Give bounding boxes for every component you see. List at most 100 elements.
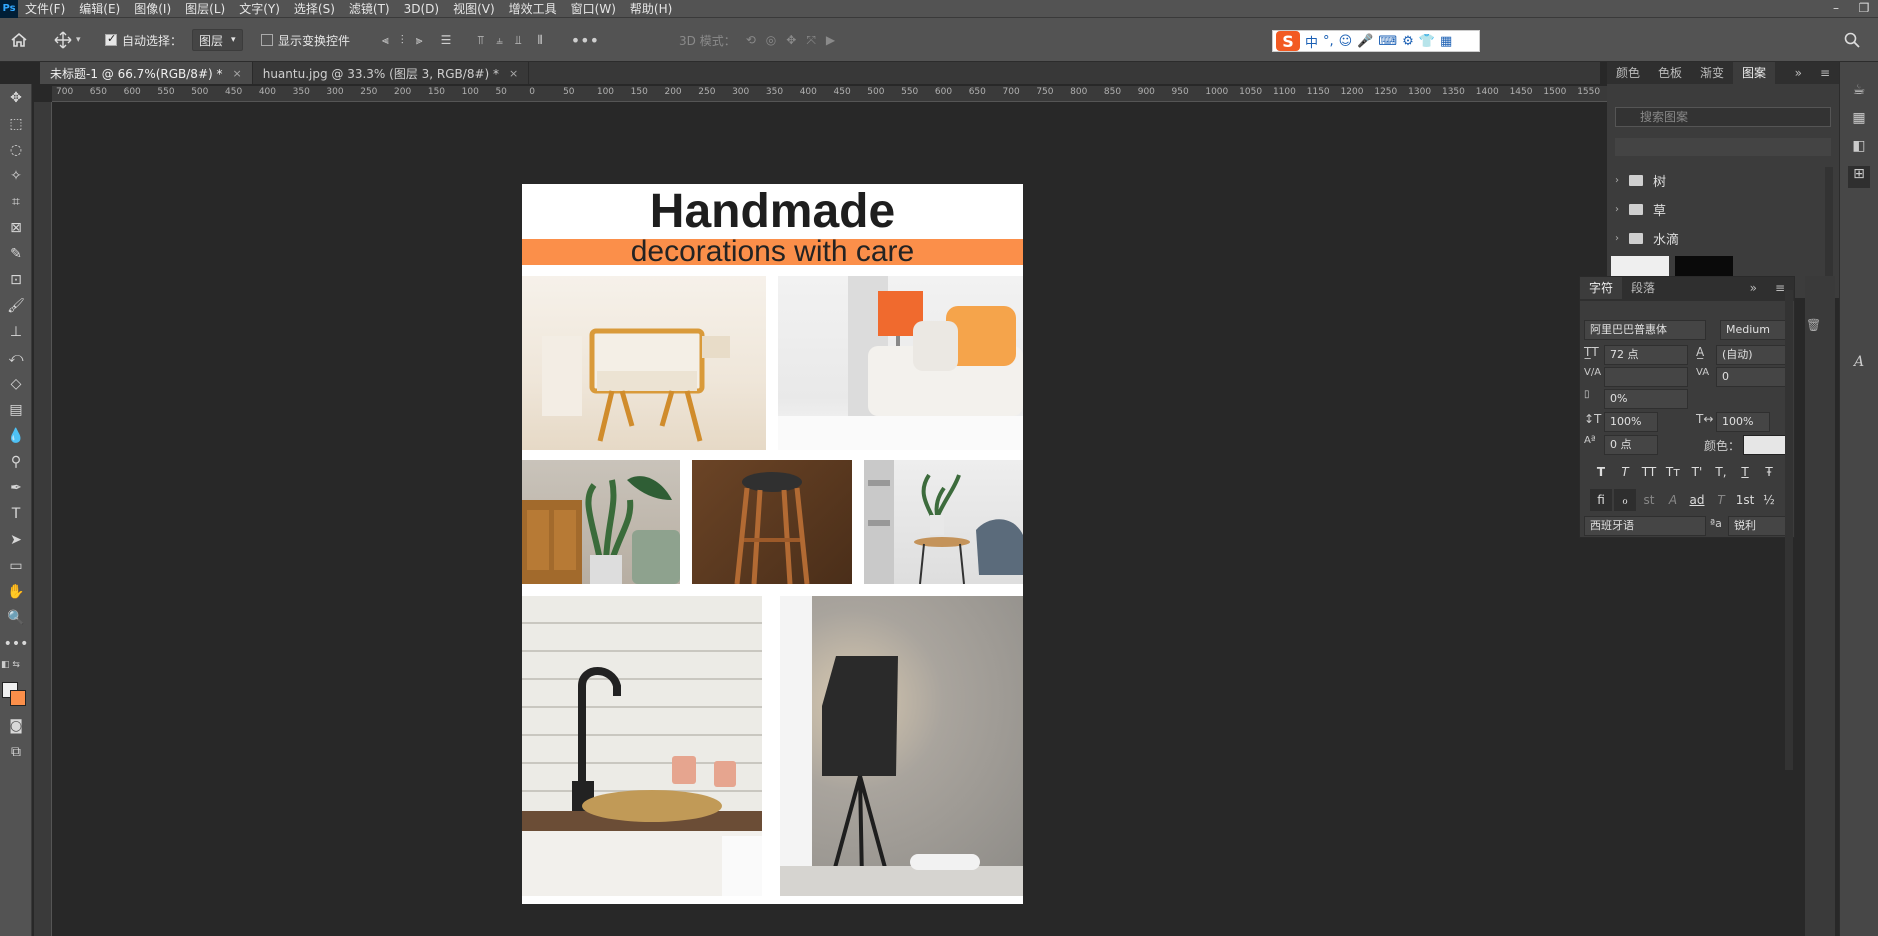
clone-stamp-icon[interactable]: ⊥ xyxy=(0,320,32,344)
adjustments-icon[interactable]: ◧ xyxy=(1848,138,1870,160)
menu-view[interactable]: 视图(V) xyxy=(446,0,502,18)
trash-icon[interactable]: 🗑︎ xyxy=(1806,318,1821,338)
frame-tool-icon[interactable]: ⊠ xyxy=(0,216,32,240)
horizontal-scale-input[interactable]: 100% xyxy=(1716,412,1770,432)
faux-bold-button[interactable]: T xyxy=(1590,461,1612,483)
sogou-logo[interactable]: S xyxy=(1276,31,1300,51)
menu-layer[interactable]: 图层(L) xyxy=(178,0,232,18)
menu-help[interactable]: 帮助(H) xyxy=(623,0,679,18)
home-icon[interactable] xyxy=(10,18,28,62)
menu-filter[interactable]: 滤镜(T) xyxy=(342,0,397,18)
pattern-search-input[interactable]: 搜索图案 xyxy=(1615,107,1831,127)
emoji-icon[interactable]: ☺ xyxy=(1339,34,1353,49)
menu-select[interactable]: 选择(S) xyxy=(287,0,342,18)
toolbox-icon[interactable]: ▦ xyxy=(1440,34,1452,49)
zoom-tool-icon[interactable]: 🔍 xyxy=(0,606,32,630)
pattern-group-water-drops[interactable]: › 水滴 xyxy=(1615,226,1825,250)
panel-collapse-icon[interactable]: » xyxy=(1741,277,1766,299)
chevron-down-icon[interactable]: ▾ xyxy=(76,35,81,45)
show-transform-checkbox[interactable] xyxy=(261,34,273,46)
align-center-icon[interactable]: ⫶ xyxy=(401,33,404,48)
tab-patterns[interactable]: 图案 xyxy=(1733,62,1776,84)
fractions-button[interactable]: ½ xyxy=(1758,489,1780,511)
hand-tool-icon[interactable]: ✋ xyxy=(0,580,32,604)
superscript-button[interactable]: T' xyxy=(1686,461,1708,483)
align-bottom-icon[interactable]: ⫫ xyxy=(515,33,522,48)
panel-menu-icon[interactable]: ≡ xyxy=(1811,62,1839,84)
minimize-button[interactable]: – xyxy=(1822,0,1850,18)
history-brush-icon[interactable]: ⤺ xyxy=(0,346,32,370)
close-icon[interactable]: × xyxy=(233,67,242,80)
menu-image[interactable]: 图像(I) xyxy=(127,0,178,18)
brush-tool-icon[interactable]: 🖌 xyxy=(0,294,32,318)
learn-icon[interactable]: ☕ xyxy=(1848,82,1870,104)
font-family-select[interactable]: 阿里巴巴普惠体 xyxy=(1584,320,1706,340)
menu-3d[interactable]: 3D(D) xyxy=(397,0,446,18)
font-size-input[interactable]: 72 点 xyxy=(1604,345,1688,365)
ime-chinese-mode[interactable]: 中 xyxy=(1305,32,1318,51)
type-tool-icon[interactable]: T xyxy=(0,502,32,526)
close-icon[interactable]: × xyxy=(509,67,518,80)
stylistic-alternates-button[interactable]: ad xyxy=(1686,489,1708,511)
tsume-input[interactable]: 0% xyxy=(1604,389,1688,409)
tab-paragraph[interactable]: 段落 xyxy=(1622,277,1664,299)
ligatures-button[interactable]: ﬁ xyxy=(1590,489,1612,511)
dodge-tool-icon[interactable]: ⚲ xyxy=(0,450,32,474)
blur-tool-icon[interactable]: 💧 xyxy=(0,424,32,448)
align-top-icon[interactable]: ⫪ xyxy=(477,33,484,48)
small-caps-button[interactable]: Tт xyxy=(1662,461,1684,483)
skin-icon[interactable]: 👕 xyxy=(1419,34,1435,49)
keyboard-icon[interactable]: ⌨ xyxy=(1378,34,1397,49)
pattern-group-trees[interactable]: › 树 xyxy=(1615,168,1825,192)
contextual-alternates-button[interactable]: ℴ xyxy=(1614,489,1636,511)
language-select[interactable]: 西班牙语 xyxy=(1584,516,1706,536)
pattern-group-grass[interactable]: › 草 xyxy=(1615,197,1825,221)
menu-plugins[interactable]: 增效工具 xyxy=(502,0,564,18)
auto-select-checkbox[interactable] xyxy=(105,32,117,46)
subscript-button[interactable]: T, xyxy=(1710,461,1732,483)
marquee-tool-icon[interactable]: ⬚ xyxy=(0,112,32,136)
search-icon[interactable] xyxy=(1844,18,1860,62)
path-select-icon[interactable]: ➤ xyxy=(0,528,32,552)
tracking-input[interactable]: 0 xyxy=(1716,367,1792,387)
ime-punctuation[interactable]: °, xyxy=(1323,34,1334,49)
baseline-shift-input[interactable]: 0 点 xyxy=(1604,435,1658,455)
edit-toolbar-icon[interactable]: ••• xyxy=(0,632,32,656)
text-color-swatch[interactable] xyxy=(1743,435,1789,455)
strikethrough-button[interactable]: Ŧ xyxy=(1758,461,1780,483)
document-subtitle-text[interactable]: decorations with care xyxy=(522,236,1023,268)
tab-color[interactable]: 颜色 xyxy=(1607,62,1649,84)
swap-colors-icon[interactable]: ◧ ⇆ xyxy=(1,660,31,672)
move-tool-icon[interactable]: ✥ xyxy=(0,86,32,110)
settings-icon[interactable]: ⚙ xyxy=(1402,34,1414,49)
gradient-tool-icon[interactable]: ▤ xyxy=(0,398,32,422)
move-tool-icon[interactable]: ▾ xyxy=(54,18,81,62)
panel-collapse-icon[interactable]: » xyxy=(1786,62,1811,84)
restore-button[interactable]: ❐ xyxy=(1850,0,1878,18)
underline-button[interactable]: T xyxy=(1734,461,1756,483)
titling-alternates-button[interactable]: T xyxy=(1710,489,1732,511)
auto-select-dropdown[interactable]: 图层 ▾ xyxy=(192,29,243,51)
pattern-thumbnail-white[interactable] xyxy=(1611,256,1669,276)
tab-character[interactable]: 字符 xyxy=(1580,277,1623,299)
menu-edit[interactable]: 编辑(E) xyxy=(72,0,127,18)
tab-gradients[interactable]: 渐变 xyxy=(1691,62,1733,84)
swash-button[interactable]: A xyxy=(1662,489,1684,511)
crop-tool-icon[interactable]: ⌗ xyxy=(0,190,32,214)
distribute-vertical-icon[interactable]: ⫴ xyxy=(538,33,543,48)
healing-brush-icon[interactable]: ⊡ xyxy=(0,268,32,292)
tab-huantu[interactable]: huantu.jpg @ 33.3% (图层 3, RGB/8#) * × xyxy=(253,62,530,84)
font-style-select[interactable]: Medium xyxy=(1720,320,1792,340)
background-color-swatch[interactable] xyxy=(10,690,26,706)
properties-icon[interactable]: ⊞ xyxy=(1848,166,1870,188)
kerning-input[interactable] xyxy=(1604,367,1688,387)
libraries-icon[interactable]: ▦ xyxy=(1848,110,1870,132)
screen-mode-icon[interactable]: ⧉ xyxy=(0,740,32,764)
faux-italic-button[interactable]: T xyxy=(1614,461,1636,483)
all-caps-button[interactable]: TT xyxy=(1638,461,1660,483)
discretionary-ligatures-button[interactable]: st xyxy=(1638,489,1660,511)
distribute-icon[interactable]: ☰ xyxy=(441,33,452,47)
character-panel-icon[interactable]: A xyxy=(1848,354,1870,376)
document-canvas[interactable]: Handmade decorations with care xyxy=(522,184,1023,904)
magic-wand-icon[interactable]: ✧ xyxy=(0,164,32,188)
